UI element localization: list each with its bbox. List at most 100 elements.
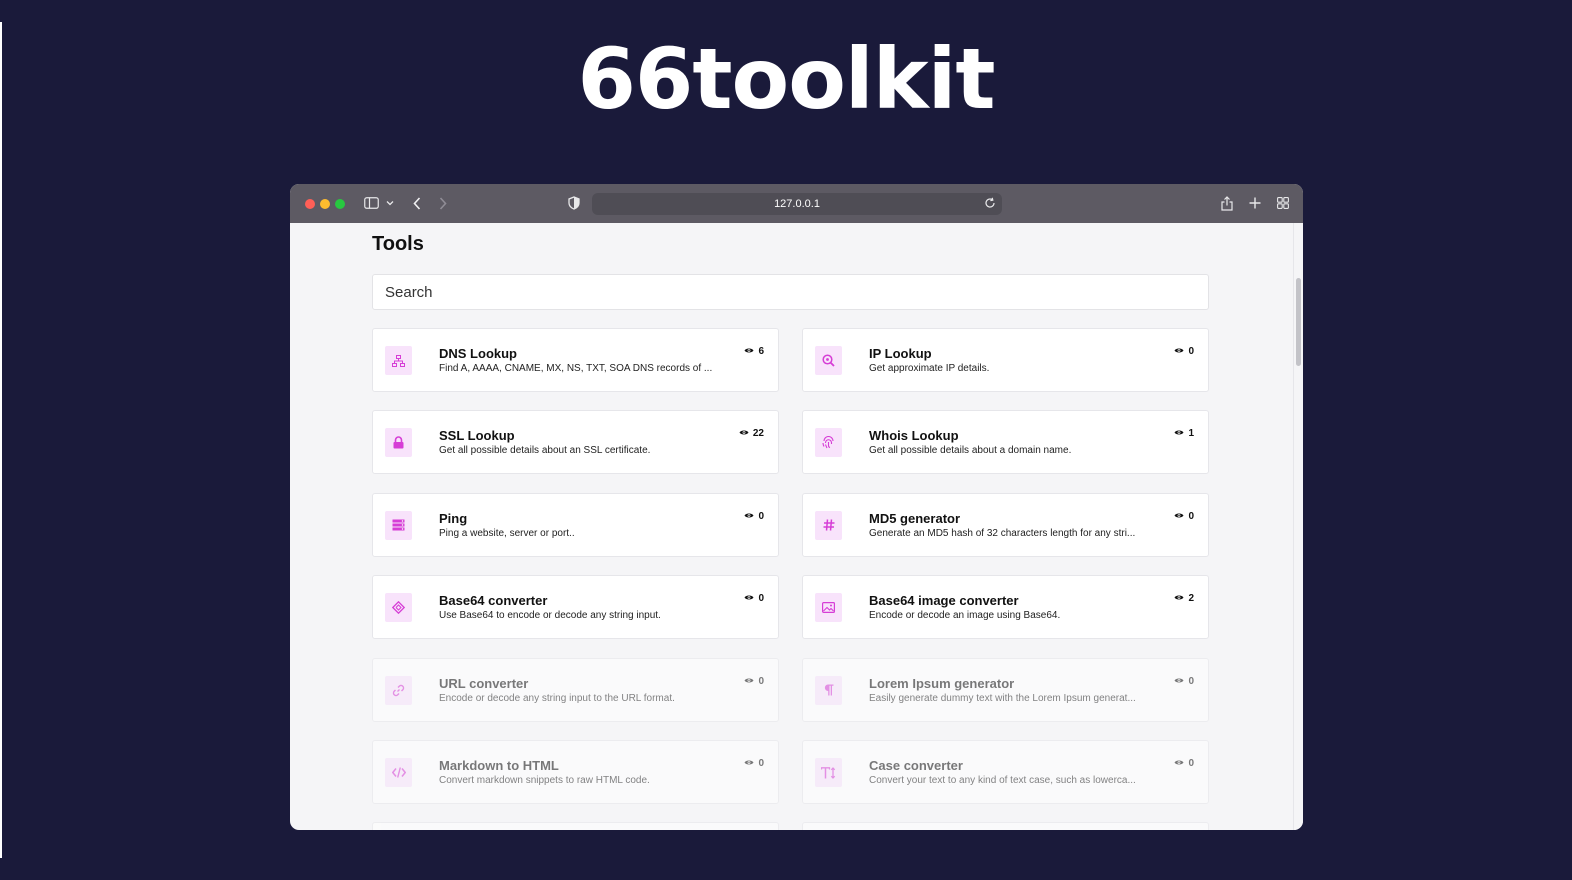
views-badge: 0 (1174, 346, 1194, 357)
views-badge: 0 (744, 676, 764, 687)
tool-name: Lorem Ipsum generator (869, 675, 1015, 691)
address-bar[interactable]: 127.0.0.1 (592, 193, 1002, 215)
paragraph-icon (815, 675, 842, 705)
tool-name: DNS Lookup (439, 346, 517, 361)
views-badge: 22 (739, 428, 764, 439)
tool-name: Case converter (869, 758, 963, 773)
new-tab-icon[interactable] (1248, 194, 1262, 212)
scrollbar-thumb[interactable] (1296, 278, 1301, 366)
code-cube-icon (385, 593, 412, 623)
eye-icon (739, 428, 749, 439)
code-icon (385, 758, 412, 787)
tool-card[interactable]: DNS Lookup Find A, AAAA, CNAME, MX, NS, T… (372, 328, 779, 392)
page-content: Tools DNS Lookup Find A, AAAA, CNAME, MX,… (290, 223, 1293, 830)
tool-name: Ping (439, 510, 468, 526)
tool-card[interactable]: Whois Lookup Get all possible details abo… (802, 410, 1209, 475)
tool-card[interactable]: Case converter Convert your text to any k… (802, 740, 1209, 804)
privacy-shield-icon[interactable] (567, 194, 581, 212)
scrollbar[interactable] (1293, 223, 1303, 830)
tool-name: Base64 image converter (869, 593, 1019, 609)
views-count: 0 (1188, 675, 1194, 687)
views-badge: 0 (744, 593, 764, 604)
server-icon (385, 510, 412, 540)
views-count: 0 (758, 593, 764, 605)
tool-card[interactable]: Markdown to HTML Convert markdown snippet… (372, 740, 779, 804)
search-input[interactable] (372, 274, 1209, 310)
tool-description: Convert markdown snippets to raw HTML co… (439, 775, 650, 786)
eye-icon (1174, 593, 1184, 604)
zoom-window-button[interactable] (335, 199, 345, 209)
eye-icon (1174, 676, 1184, 687)
lock-icon (385, 428, 412, 458)
tool-card[interactable]: Lorem Ipsum generator Easily generate dum… (802, 657, 1209, 722)
tool-description: Ping a website, server or port.. (439, 527, 575, 539)
tool-card[interactable]: URL converter Encode or decode any string… (372, 657, 779, 722)
tab-overview-icon[interactable] (1276, 194, 1290, 212)
tool-name: URL converter (439, 675, 529, 691)
left-edge-line (0, 22, 2, 858)
views-count: 0 (758, 510, 764, 522)
chevron-down-icon[interactable] (385, 194, 395, 212)
eye-icon (1174, 428, 1184, 439)
tool-card[interactable]: Base64 converter Use Base64 to encode or … (372, 575, 779, 640)
link-icon (385, 675, 412, 705)
eye-icon (744, 593, 754, 604)
views-count: 22 (752, 428, 764, 440)
tool-card[interactable]: Base64 image converter Encode or decode a… (802, 575, 1209, 640)
fingerprint-icon (815, 428, 842, 458)
tool-card[interactable]: Ping Ping a website, server or port.. 0 (372, 492, 779, 557)
eye-icon (744, 676, 754, 687)
hashtag-icon (815, 510, 842, 540)
sitemap-icon (385, 346, 412, 375)
tool-card[interactable]: IP Lookup Get approximate IP details. 0 (802, 328, 1209, 392)
forward-arrow-icon[interactable] (437, 194, 449, 212)
eye-icon (1174, 758, 1184, 769)
views-count: 0 (758, 758, 764, 769)
browser-toolbar: 127.0.0.1 (290, 184, 1303, 223)
tool-card[interactable] (372, 822, 779, 830)
views-badge: 2 (1174, 593, 1194, 604)
tool-card[interactable] (802, 822, 1209, 830)
views-count: 1 (1188, 428, 1194, 440)
image-icon (815, 593, 842, 623)
tool-description: Encode or decode any string input to the… (439, 692, 675, 704)
url-text: 127.0.0.1 (774, 198, 820, 210)
text-height-icon (815, 758, 842, 787)
page-title: Tools (372, 233, 424, 255)
eye-icon (744, 346, 754, 357)
hero-title: 66toolkit (577, 30, 995, 128)
search-location-icon (815, 346, 842, 375)
tool-name: MD5 generator (869, 510, 961, 526)
views-count: 0 (1188, 346, 1194, 357)
tool-name: IP Lookup (869, 346, 932, 361)
views-badge: 0 (1174, 758, 1194, 769)
views-count: 2 (1188, 593, 1194, 605)
eye-icon (744, 511, 754, 522)
tool-name: Markdown to HTML (439, 758, 559, 773)
views-badge: 1 (1174, 428, 1194, 439)
tool-name: Whois Lookup (869, 428, 959, 444)
views-count: 0 (1188, 758, 1194, 769)
back-arrow-icon[interactable] (411, 194, 423, 212)
tool-description: Encode or decode an image using Base64. (869, 610, 1061, 622)
reload-icon[interactable] (984, 197, 996, 212)
views-count: 0 (1188, 510, 1194, 522)
views-count: 0 (758, 675, 764, 687)
views-badge: 0 (744, 758, 764, 769)
tool-name: Base64 converter (439, 593, 548, 609)
minimize-window-button[interactable] (320, 199, 330, 209)
tool-card[interactable]: SSL Lookup Get all possible details about… (372, 410, 779, 475)
tool-description: Find A, AAAA, CNAME, MX, NS, TXT, SOA DN… (439, 363, 713, 374)
eye-icon (744, 758, 754, 769)
views-badge: 0 (744, 511, 764, 522)
tool-name: SSL Lookup (439, 428, 515, 444)
tool-description: Get approximate IP details. (869, 363, 990, 374)
tool-description: Convert your text to any kind of text ca… (869, 775, 1136, 786)
share-icon[interactable] (1220, 194, 1234, 212)
close-window-button[interactable] (305, 199, 315, 209)
tool-description: Easily generate dummy text with the Lore… (869, 692, 1136, 704)
eye-icon (1174, 511, 1184, 522)
sidebar-toggle-icon[interactable] (363, 194, 379, 212)
browser-window: 127.0.0.1 Tools DNS Lookup Find A, AAAA, … (290, 184, 1303, 830)
tool-card[interactable]: MD5 generator Generate an MD5 hash of 32 … (802, 492, 1209, 557)
